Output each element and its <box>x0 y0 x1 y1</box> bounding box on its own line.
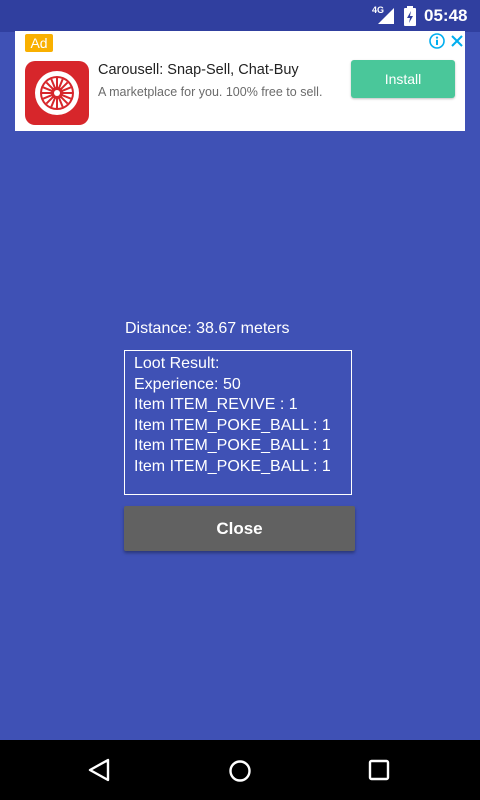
loot-item-line: Item ITEM_REVIVE : 1 <box>134 396 298 413</box>
install-button[interactable]: Install <box>351 60 455 98</box>
navigation-bar <box>0 740 480 800</box>
ad-info-icon[interactable] <box>429 33 445 54</box>
loot-item-line: Item ITEM_POKE_BALL : 1 <box>134 437 331 454</box>
back-icon[interactable] <box>86 757 112 788</box>
recents-icon[interactable] <box>368 759 390 786</box>
ad-banner[interactable]: Ad Carousell: Snap-Sell, Chat-Buy A mark… <box>15 31 465 131</box>
ad-close-icon[interactable] <box>449 33 465 54</box>
status-bar: 4G 05:48 <box>0 0 480 32</box>
loot-result-box: Loot Result: Experience: 50 Item ITEM_RE… <box>124 350 352 495</box>
ad-badge: Ad <box>25 34 53 52</box>
status-clock: 05:48 <box>424 6 468 25</box>
loot-item-line: Item ITEM_POKE_BALL : 1 <box>134 457 331 475</box>
carousell-app-icon[interactable] <box>25 61 89 125</box>
ad-description: A marketplace for you. 100% free to sell… <box>98 85 323 99</box>
close-button[interactable]: Close <box>124 506 355 551</box>
distance-label: Distance: 38.67 meters <box>125 320 290 337</box>
home-icon[interactable] <box>227 758 253 789</box>
ad-title[interactable]: Carousell: Snap-Sell, Chat-Buy <box>98 62 299 78</box>
battery-icon <box>404 6 416 31</box>
loot-item-line: Item ITEM_POKE_BALL : 1 <box>134 416 331 434</box>
loot-result-heading: Loot Result: <box>134 355 220 372</box>
signal-icon <box>378 8 394 29</box>
loot-experience-line: Experience: 50 <box>134 375 241 393</box>
